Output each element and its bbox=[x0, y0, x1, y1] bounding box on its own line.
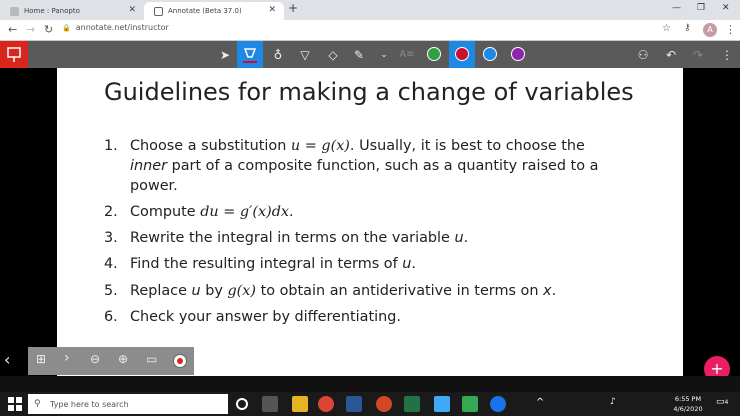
chevron-down-icon[interactable]: ⌄ bbox=[375, 46, 393, 64]
slide-thumbnail-strip[interactable] bbox=[0, 376, 740, 392]
record-icon[interactable] bbox=[173, 354, 187, 368]
zoom-out-icon[interactable]: ⊖ bbox=[90, 352, 100, 366]
key-icon[interactable]: ⚷ bbox=[684, 23, 691, 33]
reload-icon[interactable]: ↻ bbox=[44, 23, 53, 36]
highlighter-icon[interactable]: ♁ bbox=[269, 46, 287, 64]
slide-controls: ⊞ › ⊖ ⊕ ▭ bbox=[28, 347, 194, 375]
zoom-in-icon[interactable]: ⊕ bbox=[118, 352, 128, 366]
bookmark-star-icon[interactable]: ☆ bbox=[662, 23, 671, 34]
redo-icon[interactable]: ↷ bbox=[689, 46, 707, 64]
cortana-icon[interactable] bbox=[236, 398, 248, 410]
close-window-icon[interactable]: ✕ bbox=[722, 3, 730, 13]
forward-icon[interactable]: → bbox=[26, 23, 35, 36]
excel-icon[interactable] bbox=[404, 396, 420, 412]
tab-title: Annotate (Beta 37.0) bbox=[168, 7, 242, 15]
list-item: 6. Check your answer by differentiating. bbox=[104, 309, 401, 325]
taskbar-search-input[interactable]: ⚲ Type here to search bbox=[28, 394, 228, 414]
list-item: 2. Compute du = g′(x)dx. bbox=[104, 204, 294, 220]
menu-icon[interactable]: ⋮ bbox=[725, 23, 736, 36]
url-text: annotate.net/instructor bbox=[75, 23, 169, 32]
annotate-favicon-icon bbox=[154, 6, 163, 16]
search-placeholder: Type here to search bbox=[50, 399, 129, 409]
address-row: ← → ↻ 🔒 annotate.net/instructor ☆ ⚷ A ⋮ bbox=[0, 20, 740, 41]
back-icon[interactable]: ← bbox=[8, 23, 17, 36]
paint-icon[interactable] bbox=[434, 396, 450, 412]
windows-start-icon[interactable] bbox=[8, 397, 22, 411]
close-tab-icon[interactable]: ✕ bbox=[128, 5, 136, 15]
chrome-icon[interactable] bbox=[318, 396, 334, 412]
list-item: 4. Find the resulting integral in terms o… bbox=[104, 256, 416, 272]
minimize-icon[interactable]: — bbox=[672, 3, 681, 13]
share-icon[interactable]: ⚇ bbox=[634, 46, 652, 64]
next-slide-icon[interactable]: › bbox=[64, 350, 70, 366]
date: 4/6/2020 bbox=[673, 405, 703, 413]
eraser-icon[interactable]: ◇ bbox=[324, 46, 342, 64]
app-icon[interactable] bbox=[462, 396, 478, 412]
restore-icon[interactable]: ❐ bbox=[697, 3, 705, 13]
screen-icon[interactable]: ▭ bbox=[146, 352, 157, 366]
list-item: 5. Replace u by g(x) to obtain an antider… bbox=[104, 283, 557, 299]
windows-taskbar: ⚲ Type here to search ^ ♪ 6:55 PM 4/6/20… bbox=[0, 392, 740, 416]
address-bar[interactable]: 🔒 annotate.net/instructor bbox=[62, 23, 169, 32]
close-tab-icon[interactable]: ✕ bbox=[268, 5, 276, 15]
search-icon: ⚲ bbox=[34, 399, 41, 409]
browser-tab-strip: Home : Panopto ✕ Annotate (Beta 37.0) ✕ … bbox=[0, 0, 740, 20]
tab-annotate[interactable]: Annotate (Beta 37.0) ✕ bbox=[144, 2, 284, 20]
more-options-icon[interactable]: ⋮ bbox=[718, 46, 736, 64]
task-view-icon[interactable] bbox=[262, 396, 278, 412]
grid-view-icon[interactable]: ⊞ bbox=[36, 352, 46, 366]
tab-home-panopto[interactable]: Home : Panopto ✕ bbox=[0, 2, 144, 20]
avatar[interactable]: A bbox=[703, 23, 717, 37]
annotate-toolbar: ➤ ♁ ▽ ◇ ✎ ⌄ A≡ ⚇ ↶ ↷ ⋮ bbox=[0, 41, 740, 68]
shape-tool-icon[interactable]: ✎ bbox=[350, 46, 368, 64]
notification-icon[interactable]: ▭4 bbox=[716, 397, 728, 407]
word-icon[interactable] bbox=[346, 396, 362, 412]
cursor-icon[interactable]: ➤ bbox=[216, 46, 234, 64]
new-tab-button[interactable]: + bbox=[288, 1, 298, 15]
tab-title: Home : Panopto bbox=[24, 7, 80, 15]
text-tool-icon[interactable]: A≡ bbox=[398, 46, 416, 64]
marker-icon[interactable]: ▽ bbox=[296, 46, 314, 64]
powerpoint-icon[interactable] bbox=[376, 396, 392, 412]
color-purple-swatch[interactable] bbox=[511, 47, 525, 61]
panopto-favicon-icon bbox=[10, 6, 19, 16]
slide-canvas[interactable] bbox=[57, 68, 683, 376]
color-red-swatch[interactable] bbox=[455, 47, 469, 61]
volume-icon[interactable]: ♪ bbox=[610, 397, 616, 407]
undo-icon[interactable]: ↶ bbox=[662, 46, 680, 64]
app-icon[interactable] bbox=[490, 396, 506, 412]
list-item: 3. Rewrite the integral in terms on the v… bbox=[104, 230, 469, 246]
tray-chevron-icon[interactable]: ^ bbox=[536, 397, 544, 408]
pen-tool-active[interactable] bbox=[237, 41, 263, 68]
presentation-icon[interactable] bbox=[0, 41, 28, 68]
lock-icon: 🔒 bbox=[62, 23, 71, 32]
color-red-swatch-selected[interactable] bbox=[449, 41, 475, 68]
taskbar-clock[interactable]: 6:55 PM 4/6/2020 bbox=[668, 394, 708, 414]
list-item: 1. Choose a substitution u = g(x). Usuall… bbox=[104, 138, 599, 194]
color-blue-swatch[interactable] bbox=[483, 47, 497, 61]
time: 6:55 PM bbox=[674, 395, 702, 403]
color-green-swatch[interactable] bbox=[427, 47, 441, 61]
previous-slide-icon[interactable]: ‹ bbox=[4, 350, 10, 369]
slide-title: Guidelines for making a change of variab… bbox=[104, 78, 634, 106]
file-explorer-icon[interactable] bbox=[292, 396, 308, 412]
